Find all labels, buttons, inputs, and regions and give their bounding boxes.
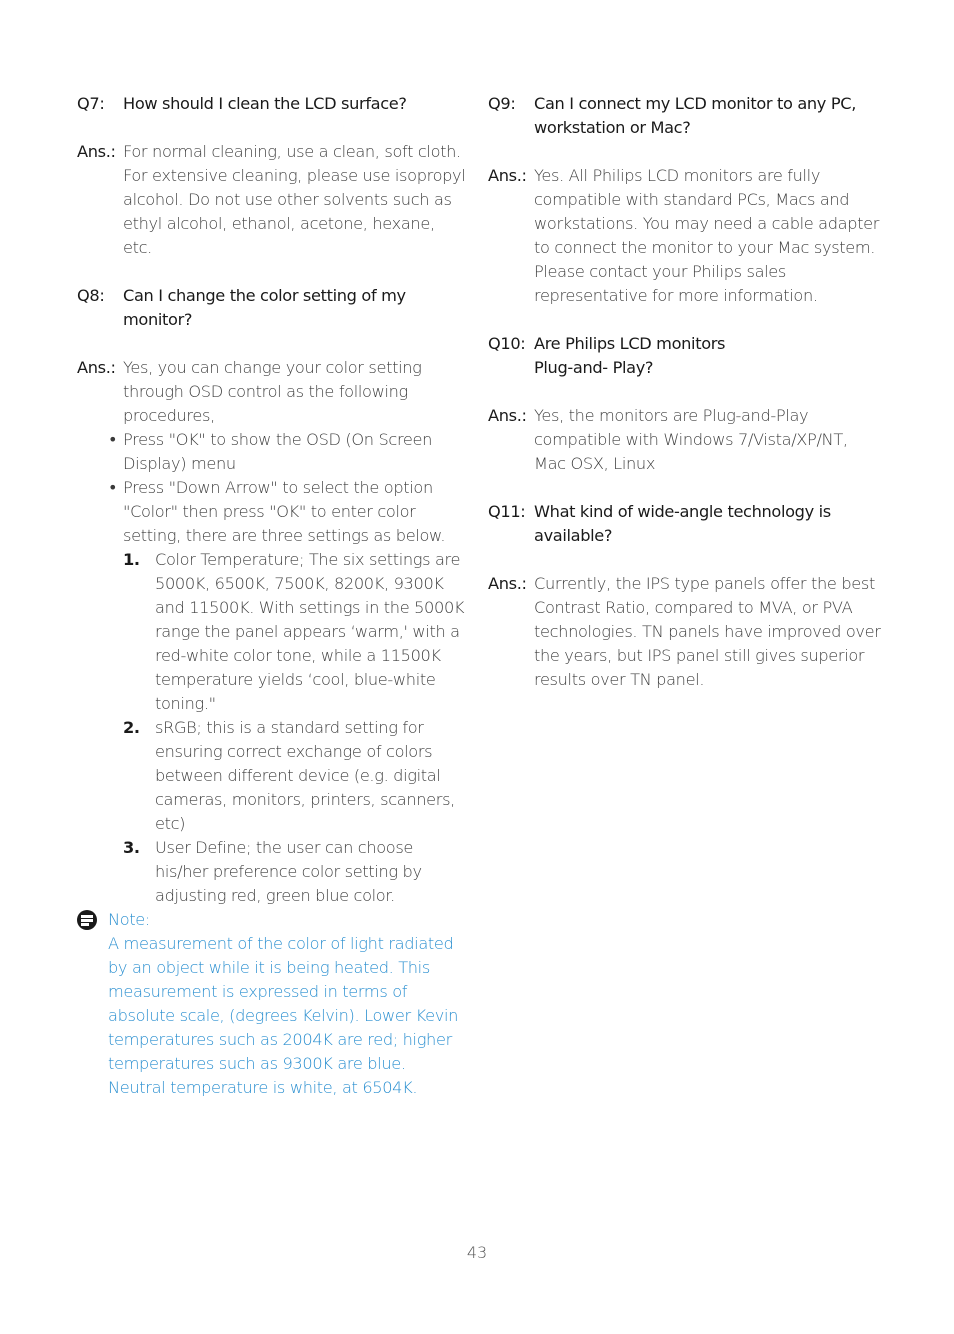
answer-text: Yes. All Philips LCD monitors are fully … — [534, 166, 880, 305]
item-text: Color Temperature; The six settings are … — [155, 550, 465, 713]
q10-question: Q10: Are Philips LCD monitors Plug-and- … — [488, 332, 888, 380]
q9-question: Q9: Can I connect my LCD monitor to any … — [488, 92, 888, 140]
item-text: User Define; the user can choose his/her… — [155, 838, 422, 905]
numbered-item: 3. User Define; the user can choose his/… — [123, 836, 467, 908]
note-text: A measurement of the color of light radi… — [108, 934, 459, 1097]
answer-text: For normal cleaning, use a clean, soft c… — [123, 142, 466, 257]
q8-question: Q8: Can I change the color setting of my… — [77, 284, 467, 332]
question-tag: Q9: — [488, 94, 516, 113]
q9-answer: Ans.: Yes. All Philips LCD monitors are … — [488, 164, 888, 308]
answer-tag: Ans.: — [488, 574, 527, 593]
question-tag: Q8: — [77, 286, 105, 305]
q7-question: Q7: How should I clean the LCD surface? — [77, 92, 467, 116]
answer-text: Yes, the monitors are Plug-and-Play comp… — [534, 406, 848, 473]
item-number: 3. — [123, 838, 140, 857]
q11-question: Q11: What kind of wide-angle technology … — [488, 500, 888, 548]
answer-text: Yes, you can change your color setting t… — [123, 358, 422, 425]
question-tag: Q10: — [488, 334, 526, 353]
page-number: 43 — [466, 1243, 488, 1262]
bullet-list: • Press "OK" to show the OSD (On Screen … — [77, 428, 467, 548]
note-box: Note: A measurement of the color of ligh… — [77, 908, 467, 1100]
bullet-text: Press "Down Arrow" to select the option … — [123, 478, 446, 545]
question-text: Can I change the color setting of my mon… — [123, 286, 406, 329]
numbered-list: 1. Color Temperature; The six settings a… — [123, 548, 467, 908]
bullet-item: • Press "OK" to show the OSD (On Screen … — [108, 428, 467, 476]
bullet-icon: • — [108, 430, 118, 449]
bullet-text: Press "OK" to show the OSD (On Screen Di… — [123, 430, 433, 473]
answer-tag: Ans.: — [77, 142, 116, 161]
numbered-item: 2. sRGB; this is a standard setting for … — [123, 716, 467, 836]
question-text: Are Philips LCD monitors Plug-and- Play? — [534, 334, 726, 377]
question-text: What kind of wide-angle technology is av… — [534, 502, 831, 545]
note-header: Note: — [77, 908, 467, 932]
note-label: Note: — [108, 910, 151, 929]
note-icon — [77, 910, 97, 930]
left-column: Q7: How should I clean the LCD surface? … — [77, 92, 467, 1100]
item-number: 1. — [123, 550, 140, 569]
answer-tag: Ans.: — [488, 166, 527, 185]
question-tag: Q11: — [488, 502, 526, 521]
numbered-item: 1. Color Temperature; The six settings a… — [123, 548, 467, 716]
item-number: 2. — [123, 718, 140, 737]
q8-answer: Ans.: Yes, you can change your color set… — [77, 356, 467, 428]
question-text: How should I clean the LCD surface? — [123, 94, 407, 113]
answer-tag: Ans.: — [77, 358, 116, 377]
right-column: Q9: Can I connect my LCD monitor to any … — [488, 92, 888, 692]
q11-answer: Ans.: Currently, the IPS type panels off… — [488, 572, 888, 692]
q7-answer: Ans.: For normal cleaning, use a clean, … — [77, 140, 467, 260]
question-tag: Q7: — [77, 94, 105, 113]
bullet-icon: • — [108, 478, 118, 497]
question-text: Can I connect my LCD monitor to any PC, … — [534, 94, 856, 137]
item-text: sRGB; this is a standard setting for ens… — [155, 718, 455, 833]
bullet-item: • Press "Down Arrow" to select the optio… — [108, 476, 467, 548]
answer-tag: Ans.: — [488, 406, 527, 425]
q10-answer: Ans.: Yes, the monitors are Plug-and-Pla… — [488, 404, 888, 476]
answer-text: Currently, the IPS type panels offer the… — [534, 574, 881, 689]
